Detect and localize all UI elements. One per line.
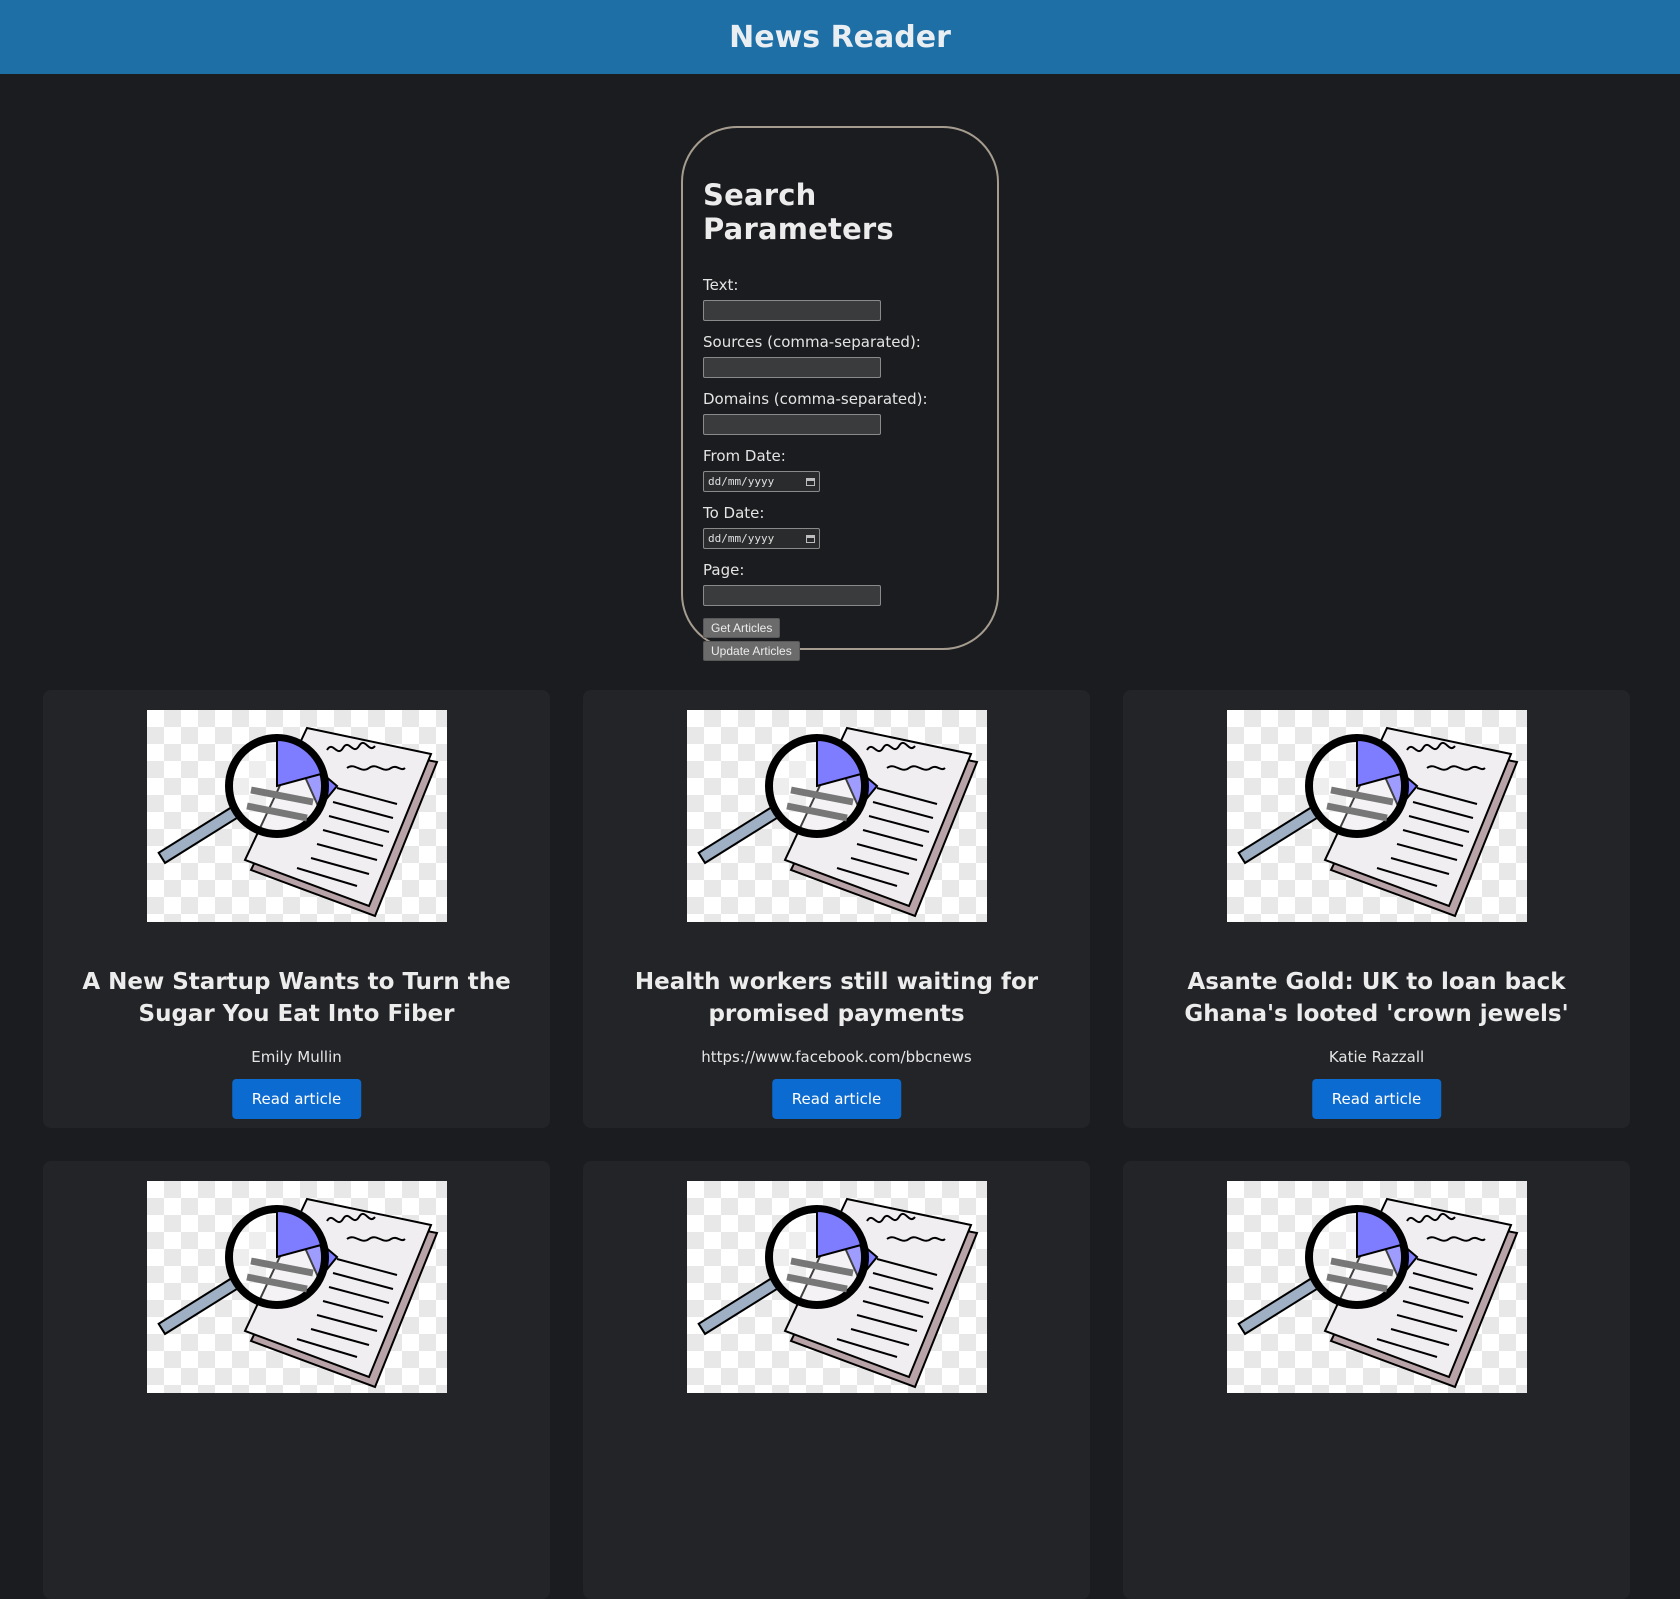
- article-card: A New Startup Wants to Turn the Sugar Yo…: [43, 690, 550, 1128]
- from-date-field-group: From Date: dd/mm/yyyy: [703, 447, 977, 492]
- to-date-label: To Date:: [703, 504, 765, 522]
- domains-field-group: Domains (comma-separated):: [703, 390, 977, 435]
- from-date-input[interactable]: dd/mm/yyyy: [703, 471, 820, 492]
- page-label: Page:: [703, 561, 745, 579]
- text-field-group: Text:: [703, 276, 977, 321]
- document-magnifier-icon: [697, 1197, 979, 1389]
- from-date-label: From Date:: [703, 447, 786, 465]
- document-magnifier-icon: [1237, 726, 1519, 918]
- calendar-icon[interactable]: [806, 534, 815, 543]
- article-title: Asante Gold: UK to loan back Ghana's loo…: [1184, 969, 1569, 1027]
- search-buttons: Get Articles Update Articles: [703, 618, 977, 661]
- search-heading: Search Parameters: [703, 178, 894, 246]
- sources-input[interactable]: [703, 357, 881, 378]
- article-card: [583, 1161, 1090, 1599]
- page-input[interactable]: [703, 585, 881, 606]
- domains-label: Domains (comma-separated):: [703, 390, 928, 408]
- article-card: Health workers still waiting for promise…: [583, 690, 1090, 1128]
- article-image: [1227, 1181, 1527, 1393]
- app-title: News Reader: [729, 19, 951, 55]
- read-article-button[interactable]: Read article: [771, 1079, 902, 1119]
- document-magnifier-icon: [157, 726, 439, 918]
- text-input[interactable]: [703, 300, 881, 321]
- read-article-button[interactable]: Read article: [1311, 1079, 1442, 1119]
- search-section: Search Parameters Text: Sources (comma-s…: [0, 74, 1680, 661]
- read-article-button[interactable]: Read article: [231, 1079, 362, 1119]
- article-author: Katie Razzall: [1328, 1048, 1425, 1066]
- text-label: Text:: [703, 276, 739, 294]
- app-header: News Reader: [0, 0, 1680, 74]
- article-title: Health workers still waiting for promise…: [634, 969, 1039, 1027]
- sources-label: Sources (comma-separated):: [703, 333, 921, 351]
- document-magnifier-icon: [697, 726, 979, 918]
- get-articles-button[interactable]: Get Articles: [703, 618, 781, 638]
- article-card: [43, 1161, 550, 1599]
- article-image: [1227, 710, 1527, 922]
- from-date-placeholder: dd/mm/yyyy: [708, 475, 775, 488]
- to-date-placeholder: dd/mm/yyyy: [708, 532, 775, 545]
- articles-grid: A New Startup Wants to Turn the Sugar Yo…: [43, 690, 1633, 1599]
- article-card: [1123, 1161, 1630, 1599]
- search-parameters-panel: Search Parameters Text: Sources (comma-s…: [681, 126, 999, 661]
- update-articles-button[interactable]: Update Articles: [703, 641, 800, 661]
- article-title: A New Startup Wants to Turn the Sugar Yo…: [82, 969, 511, 1027]
- article-author: https://www.facebook.com/bbcnews: [701, 1048, 972, 1066]
- article-author: Emily Mullin: [251, 1048, 342, 1066]
- article-card: Asante Gold: UK to loan back Ghana's loo…: [1123, 690, 1630, 1128]
- article-image: [687, 1181, 987, 1393]
- to-date-input[interactable]: dd/mm/yyyy: [703, 528, 820, 549]
- article-image: [147, 710, 447, 922]
- document-magnifier-icon: [1237, 1197, 1519, 1389]
- article-image: [147, 1181, 447, 1393]
- page-field-group: Page:: [703, 561, 977, 606]
- to-date-field-group: To Date: dd/mm/yyyy: [703, 504, 977, 549]
- calendar-icon[interactable]: [806, 477, 815, 486]
- domains-input[interactable]: [703, 414, 881, 435]
- sources-field-group: Sources (comma-separated):: [703, 333, 977, 378]
- document-magnifier-icon: [157, 1197, 439, 1389]
- article-image: [687, 710, 987, 922]
